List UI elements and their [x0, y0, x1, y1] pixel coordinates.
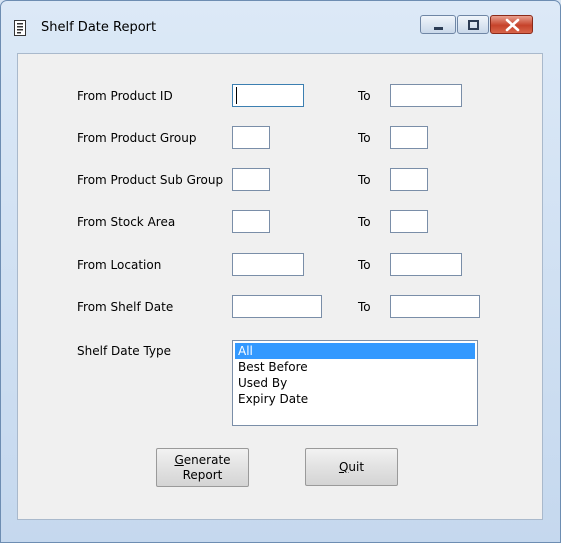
- from-product-sub-group-input[interactable]: [232, 168, 270, 191]
- generate-label-line1: enerate: [183, 452, 231, 467]
- shelf-date-type-label: Shelf Date Type: [77, 344, 172, 358]
- generate-mnemonic: G: [174, 452, 184, 467]
- maximize-icon: [468, 20, 479, 30]
- to-stock-area-input[interactable]: [390, 210, 428, 233]
- close-button[interactable]: [490, 15, 533, 34]
- to-stock-area-label: To: [358, 215, 371, 229]
- text-caret: [236, 87, 237, 104]
- quit-button[interactable]: Quit: [305, 448, 398, 486]
- to-location-input[interactable]: [390, 253, 462, 276]
- list-item[interactable]: Used By: [235, 375, 475, 391]
- from-product-group-label: From Product Group: [77, 131, 197, 145]
- document-icon: [14, 20, 26, 36]
- from-stock-area-label: From Stock Area: [77, 215, 176, 229]
- shelf-date-type-listbox[interactable]: All Best Before Used By Expiry Date: [232, 340, 478, 426]
- to-product-id-input[interactable]: [390, 84, 462, 107]
- to-shelf-date-input[interactable]: [390, 295, 480, 318]
- dialog-client-area: [17, 53, 543, 520]
- from-location-input[interactable]: [232, 253, 304, 276]
- maximize-button[interactable]: [457, 15, 489, 34]
- list-item[interactable]: All: [235, 343, 475, 359]
- window: Shelf Date Report From Product ID To Fro…: [0, 0, 561, 543]
- list-item[interactable]: Expiry Date: [235, 391, 475, 407]
- to-location-label: To: [358, 258, 371, 272]
- from-shelf-date-label: From Shelf Date: [77, 300, 174, 314]
- generate-label-line2: Report: [182, 467, 223, 482]
- from-shelf-date-input[interactable]: [232, 295, 322, 318]
- to-product-group-label: To: [358, 131, 371, 145]
- minimize-icon: [434, 27, 443, 30]
- window-title: Shelf Date Report: [41, 20, 157, 35]
- to-product-id-label: To: [358, 89, 371, 103]
- to-product-group-input[interactable]: [390, 126, 428, 149]
- from-product-id-input[interactable]: [232, 84, 304, 107]
- quit-mnemonic: Q: [338, 460, 349, 474]
- from-product-group-input[interactable]: [232, 126, 270, 149]
- close-icon: [505, 18, 520, 32]
- list-item[interactable]: Best Before: [235, 359, 475, 375]
- title-bar[interactable]: Shelf Date Report: [1, 1, 560, 43]
- to-shelf-date-label: To: [358, 300, 371, 314]
- from-product-id-label: From Product ID: [77, 89, 173, 103]
- from-stock-area-input[interactable]: [232, 210, 270, 233]
- minimize-button[interactable]: [420, 15, 456, 34]
- generate-report-button[interactable]: Generate Report: [156, 448, 249, 487]
- from-product-sub-group-label: From Product Sub Group: [77, 173, 224, 187]
- quit-label: uit: [348, 460, 365, 474]
- to-product-sub-group-label: To: [358, 173, 371, 187]
- from-location-label: From Location: [77, 258, 162, 272]
- to-product-sub-group-input[interactable]: [390, 168, 428, 191]
